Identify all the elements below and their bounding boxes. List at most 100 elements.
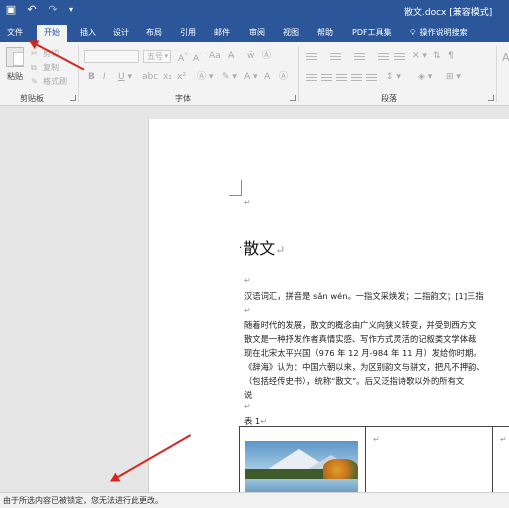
change-case-icon[interactable]: Aa (209, 50, 221, 62)
body-line[interactable]: 随着时代的发展，散文的概念由广义向狭义转变，并受到西方文 (244, 320, 476, 330)
font-name-box[interactable] (84, 50, 139, 63)
bullets-icon[interactable] (306, 53, 317, 62)
align-right-icon[interactable] (336, 74, 347, 83)
numbering-icon[interactable] (330, 53, 341, 62)
table-caption[interactable]: 表 1↵ (244, 416, 267, 426)
shrink-font-icon[interactable]: Aˇ (193, 50, 202, 65)
title-bar: ▣ ↶ ↷ ▾ 散文.docx [兼容模式] (0, 0, 509, 22)
paste-button-label[interactable]: 粘贴 (7, 71, 23, 82)
paragraph-mark: ↵ (244, 276, 251, 285)
phonetic-guide-icon[interactable]: ẅ (247, 50, 254, 62)
body-line[interactable]: 说 (244, 390, 252, 400)
copy-button[interactable]: ⧉ 复制 (31, 62, 59, 73)
char-shading-icon[interactable]: A (264, 71, 270, 83)
quick-access-toolbar: ▣ ↶ ↷ ▾ (4, 3, 75, 17)
font-color-icon[interactable]: A ▾ (244, 71, 258, 83)
justify-icon[interactable] (351, 74, 362, 83)
body-line[interactable]: （包括经传史书），统称“散文”。后又泛指诗歌以外的所有文 (244, 376, 464, 386)
format-painter-label: 格式刷 (43, 77, 67, 86)
tab-view[interactable]: 视图 (283, 25, 299, 42)
heading-text: 散文 (243, 239, 276, 258)
styles-gallery-icon[interactable]: A (502, 52, 509, 64)
body-line[interactable]: 汉语词汇，拼音是 sǎn wén。一指文采焕发；二指韵文；[1]三指 (244, 291, 484, 301)
copy-label: 复制 (43, 63, 59, 72)
ribbon: 粘贴 ✂剪切 ⧉复制 ✎格式刷 剪贴板 五号 A^ Aˇ Aa A̶ ẅ Ⓐ B… (0, 42, 509, 106)
show-marks-icon[interactable]: ¶ (448, 50, 454, 62)
chinese-layout-icon[interactable]: ✕ ▾ (412, 50, 427, 62)
font-launcher-icon[interactable] (290, 95, 296, 101)
paragraph-group-label: 段落 (381, 94, 397, 103)
tab-file[interactable]: 文件 (7, 25, 23, 42)
sort-icon[interactable]: ⇅ (433, 50, 441, 62)
cell-end-mark: ↵ (500, 435, 507, 444)
customize-qat-icon[interactable]: ▾ (67, 3, 75, 17)
bold-icon[interactable]: B (88, 71, 95, 83)
undo-icon[interactable]: ↶ (25, 3, 39, 17)
tell-me-label: 操作说明搜索 (419, 28, 468, 37)
borders-icon[interactable]: ⊞ ▾ (446, 71, 461, 83)
grow-font-icon[interactable]: A^ (178, 50, 188, 65)
tell-me-search[interactable]: 💡︎ 操作说明搜索 (410, 25, 468, 41)
tab-mailings[interactable]: 邮件 (214, 25, 230, 42)
paragraph-mark: ↵ (244, 306, 251, 315)
scissors-icon: ✂ (31, 49, 38, 58)
status-message: 由于所选内容已被锁定，您无法进行此更改。 (3, 496, 163, 505)
body-line[interactable]: 《辞海》认为：中国六朝以来，为区别韵文与骈文，把凡不押韵、 (244, 362, 485, 372)
tab-help[interactable]: 帮助 (317, 25, 333, 42)
brush-icon: ✎ (31, 77, 38, 86)
font-group-label: 字体 (175, 94, 191, 103)
clipboard-launcher-icon[interactable] (70, 95, 76, 101)
multilevel-list-icon[interactable] (354, 53, 365, 62)
margin-corner-mark (229, 180, 242, 196)
highlight-icon[interactable]: ✎ ▾ (222, 71, 237, 83)
distributed-icon[interactable] (366, 74, 377, 83)
decrease-indent-icon[interactable] (378, 53, 389, 62)
paste-icon[interactable] (6, 47, 24, 67)
font-size-value: 五号 (147, 52, 163, 61)
copy-icon: ⧉ (31, 63, 37, 72)
body-line[interactable]: 现在北宋太平兴国（976 年 12 月-984 年 11 月）发给你时期。 (244, 348, 482, 358)
paragraph-launcher-icon[interactable] (488, 95, 494, 101)
tab-home[interactable]: 开始 (37, 25, 67, 42)
tab-review[interactable]: 审阅 (249, 25, 265, 42)
redo-icon[interactable]: ↷ (46, 3, 60, 17)
table-column-line (492, 427, 493, 497)
cell-end-mark: ↵ (373, 435, 380, 444)
tab-layout[interactable]: 布局 (146, 25, 162, 42)
landscape-image[interactable] (245, 441, 358, 492)
status-bar: 由于所选内容已被锁定，您无法进行此更改。 (0, 492, 509, 508)
tab-design[interactable]: 设计 (113, 25, 129, 42)
group-divider (78, 46, 79, 102)
char-border-icon[interactable]: Ⓐ (279, 71, 288, 83)
enclose-char-icon[interactable]: Ⓐ (262, 50, 271, 62)
line-spacing-icon[interactable]: ↕ ▾ (386, 71, 401, 83)
ribbon-tab-row: 文件 开始 插入 设计 布局 引用 邮件 审阅 视图 帮助 PDF工具集 💡︎ 操… (0, 22, 509, 42)
tab-references[interactable]: 引用 (180, 25, 196, 42)
clear-formatting-icon[interactable]: A̶ (228, 50, 234, 62)
clipboard-group-label: 剪贴板 (20, 94, 44, 103)
tab-pdf-tools[interactable]: PDF工具集 (352, 25, 392, 42)
strikethrough-icon[interactable]: abc (142, 71, 158, 83)
superscript-icon[interactable]: x² (177, 71, 186, 83)
table-caption-text: 表 1 (244, 416, 261, 426)
font-size-box[interactable]: 五号 (143, 50, 171, 63)
lightbulb-icon: 💡︎ (410, 28, 416, 37)
underline-icon[interactable]: U ▾ (118, 71, 132, 83)
align-center-icon[interactable] (321, 74, 332, 83)
subscript-icon[interactable]: x₂ (163, 71, 172, 83)
paragraph-mark: ↵ (244, 198, 251, 207)
save-icon[interactable]: ▣ (4, 3, 18, 17)
text-effects-icon[interactable]: Ⓐ ▾ (197, 71, 213, 83)
align-left-icon[interactable] (306, 74, 317, 83)
italic-icon[interactable]: I (103, 71, 106, 83)
document-title: 散文.docx [兼容模式] (404, 8, 493, 18)
increase-indent-icon[interactable] (394, 53, 405, 62)
paragraph-mark: ↵ (244, 402, 251, 411)
document-heading[interactable]: ·散文↵ (239, 235, 285, 259)
shading-icon[interactable]: ◈ ▾ (418, 71, 432, 83)
body-line[interactable]: 散文是一种抒发作者真情实感、写作方式灵活的记叙类文学体裁 (244, 334, 476, 344)
format-painter-button[interactable]: ✎ 格式刷 (31, 76, 67, 87)
tab-insert[interactable]: 插入 (80, 25, 96, 42)
group-divider (298, 46, 299, 102)
table-column-line (365, 427, 366, 497)
